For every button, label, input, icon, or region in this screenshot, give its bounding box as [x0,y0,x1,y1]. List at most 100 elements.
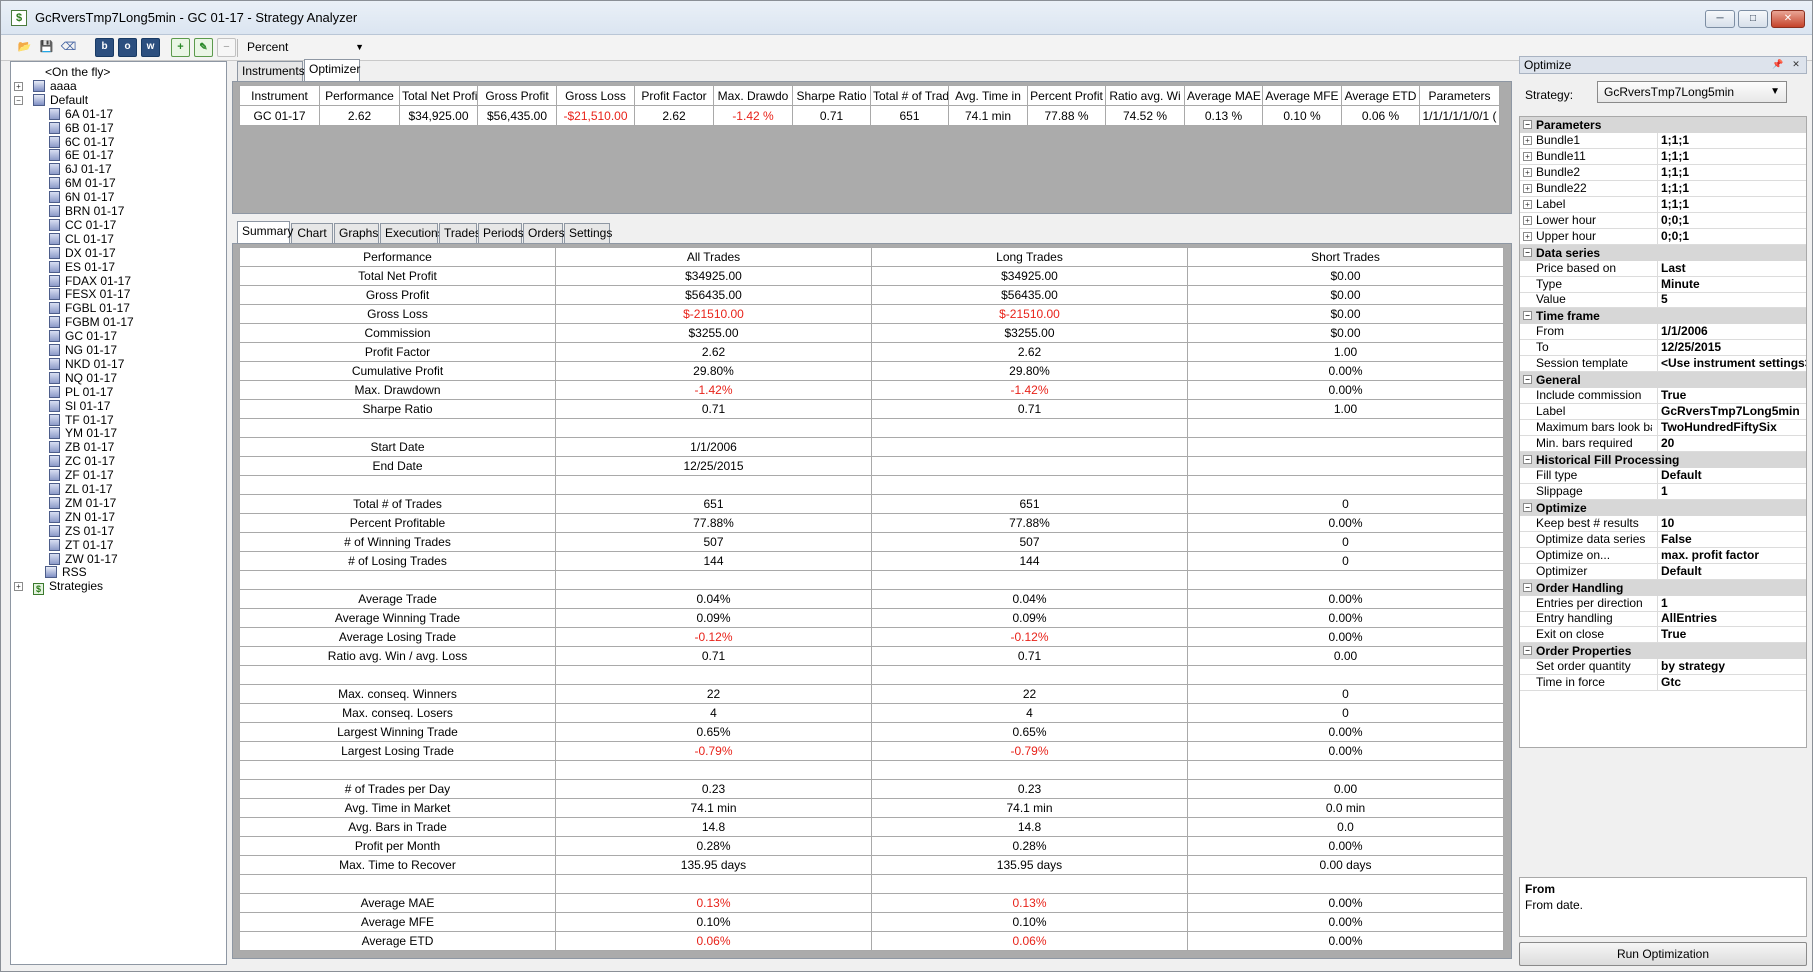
walkforward-icon[interactable]: w [141,38,160,57]
property-row[interactable]: To 12/25/2015 [1520,340,1806,357]
property-value[interactable]: by strategy [1657,659,1806,675]
property-value[interactable]: Minute [1657,276,1806,292]
property-row[interactable]: Optimize data series False [1520,531,1806,548]
property-value[interactable]: 1;1;1 [1657,132,1806,148]
collapse-icon[interactable]: − [1523,120,1532,129]
performance-unit-select[interactable]: Percent ▼ [243,38,368,57]
property-category[interactable]: − General [1520,372,1806,389]
expand-icon[interactable]: + [1523,151,1532,161]
backtest-icon[interactable]: b [95,38,114,57]
property-category[interactable]: − Order Handling [1520,579,1806,596]
property-category[interactable]: − Time frame [1520,308,1806,325]
property-value[interactable]: 12/25/2015 [1657,340,1806,356]
property-row[interactable]: + Lower hour 0;0;1 [1520,212,1806,229]
property-value[interactable]: 1 [1657,483,1806,499]
property-row[interactable]: + Upper hour 0;0;1 [1520,228,1806,245]
tree-expander-icon[interactable]: − [14,95,23,105]
property-value[interactable]: <Use instrument settings> [1657,356,1806,372]
tab-graphs[interactable]: Graphs [334,223,379,243]
run-optimization-button[interactable]: Run Optimization [1519,942,1807,966]
tab-executions[interactable]: Executions [380,223,444,243]
maximize-button[interactable]: □ [1738,10,1768,28]
property-value[interactable]: Default [1657,563,1806,579]
optimizer-results-grid[interactable]: Instrument Performance Total Net Profi Gros… [239,85,1500,126]
close-button[interactable]: ✕ [1771,10,1805,28]
property-value[interactable]: GcRversTmp7Long5min [1657,404,1806,420]
expand-icon[interactable]: + [1523,215,1532,225]
property-row[interactable]: + Bundle1 1;1;1 [1520,132,1806,149]
property-category[interactable]: − Parameters [1520,117,1806,133]
save-icon[interactable]: 💾 [37,38,56,57]
property-row[interactable]: + Label 1;1;1 [1520,196,1806,213]
open-folder-icon[interactable]: 📂 [15,38,34,57]
expand-icon[interactable]: + [1523,167,1532,177]
property-value[interactable]: Default [1657,467,1806,483]
remove-icon[interactable]: − [217,38,236,57]
optimizer-col-header[interactable]: Instrument [239,85,320,106]
property-row[interactable]: Time in force Gtc [1520,675,1806,692]
tree-expander-icon[interactable]: + [14,582,23,592]
property-row[interactable]: Exit on close True [1520,627,1806,644]
property-value[interactable]: False [1657,531,1806,547]
tab-chart[interactable]: Chart [291,223,333,243]
property-value[interactable]: True [1657,627,1806,643]
strategy-select[interactable]: GcRversTmp7Long5min ▼ [1597,81,1787,103]
property-value[interactable]: 20 [1657,436,1806,451]
property-row[interactable]: Include commission True [1520,388,1806,405]
optimizer-col-header[interactable]: Average MFE [1262,85,1342,106]
property-row[interactable]: Min. bars required 20 [1520,436,1806,452]
property-row[interactable]: From 1/1/2006 [1520,324,1806,341]
tree-item[interactable]: $ Strategies [33,578,103,596]
instrument-tree[interactable]: <On the fly> + aaaa − Default 6A 01-17 6B 01-1… [10,61,227,965]
property-value[interactable]: 10 [1657,515,1806,531]
optimizer-result-row[interactable]: GC 01-17 2.62 $34,925.00 $56,435.00 -$21,510… [239,105,1500,126]
optimizer-col-header[interactable]: Total Net Profi [399,85,478,106]
tab-summary[interactable]: Summary [237,221,293,243]
optimizer-col-header[interactable]: Sharpe Ratio [792,85,871,106]
optimize-icon[interactable]: o [118,38,137,57]
collapse-icon[interactable]: − [1523,582,1532,592]
property-value[interactable]: 0;0;1 [1657,212,1806,228]
property-value[interactable]: Gtc [1657,675,1806,691]
optimizer-col-header[interactable]: Average ETD [1341,85,1420,106]
pin-icon[interactable]: 📌 [1772,59,1784,71]
property-row[interactable]: Value 5 [1520,292,1806,309]
property-row[interactable]: Keep best # results 10 [1520,515,1806,532]
tab-orders[interactable]: Orders [523,223,565,243]
tree-expander-icon[interactable]: + [14,81,23,91]
edit-icon[interactable]: ✎ [194,38,213,57]
property-category[interactable]: − Data series [1520,244,1806,261]
property-row[interactable]: + Bundle22 1;1;1 [1520,180,1806,197]
property-value[interactable]: Last [1657,260,1806,276]
property-row[interactable]: Entries per direction 1 [1520,595,1806,612]
property-value[interactable]: 1/1/2006 [1657,324,1806,340]
property-row[interactable]: Session template <Use instrument settings… [1520,356,1806,373]
property-category[interactable]: − Historical Fill Processing [1520,451,1806,468]
property-value[interactable]: 5 [1657,292,1806,308]
property-row[interactable]: Type Minute [1520,276,1806,293]
expand-icon[interactable]: + [1523,199,1532,209]
tab-settings[interactable]: Settings [564,223,612,243]
optimizer-col-header[interactable]: Percent Profit [1027,85,1106,106]
optimizer-col-header[interactable]: Parameters [1419,85,1500,106]
property-row[interactable]: Entry handling AllEntries [1520,611,1806,628]
clear-icon[interactable]: ⌫ [59,38,78,57]
property-row[interactable]: + Bundle2 1;1;1 [1520,164,1806,181]
minimize-button[interactable]: ─ [1705,10,1735,28]
collapse-icon[interactable]: − [1523,247,1532,257]
property-value[interactable]: AllEntries [1657,611,1806,627]
tab-optimizer[interactable]: Optimizer [304,59,360,81]
property-value[interactable]: max. profit factor [1657,547,1806,563]
collapse-icon[interactable]: − [1523,502,1532,512]
tab-instruments[interactable]: Instruments [237,61,305,81]
optimizer-col-header[interactable]: Ratio avg. Wi [1105,85,1185,106]
property-value[interactable]: 1 [1657,595,1806,611]
property-value[interactable]: 1;1;1 [1657,180,1806,196]
property-row[interactable]: Fill type Default [1520,467,1806,484]
optimizer-col-header[interactable]: Profit Factor [634,85,714,106]
optimizer-col-header[interactable]: Avg. Time in [948,85,1028,106]
property-value[interactable]: 1;1;1 [1657,148,1806,164]
optimizer-col-header[interactable]: Performance [319,85,400,106]
property-row[interactable]: Optimizer Default [1520,563,1806,580]
tab-trades[interactable]: Trades [439,223,481,243]
